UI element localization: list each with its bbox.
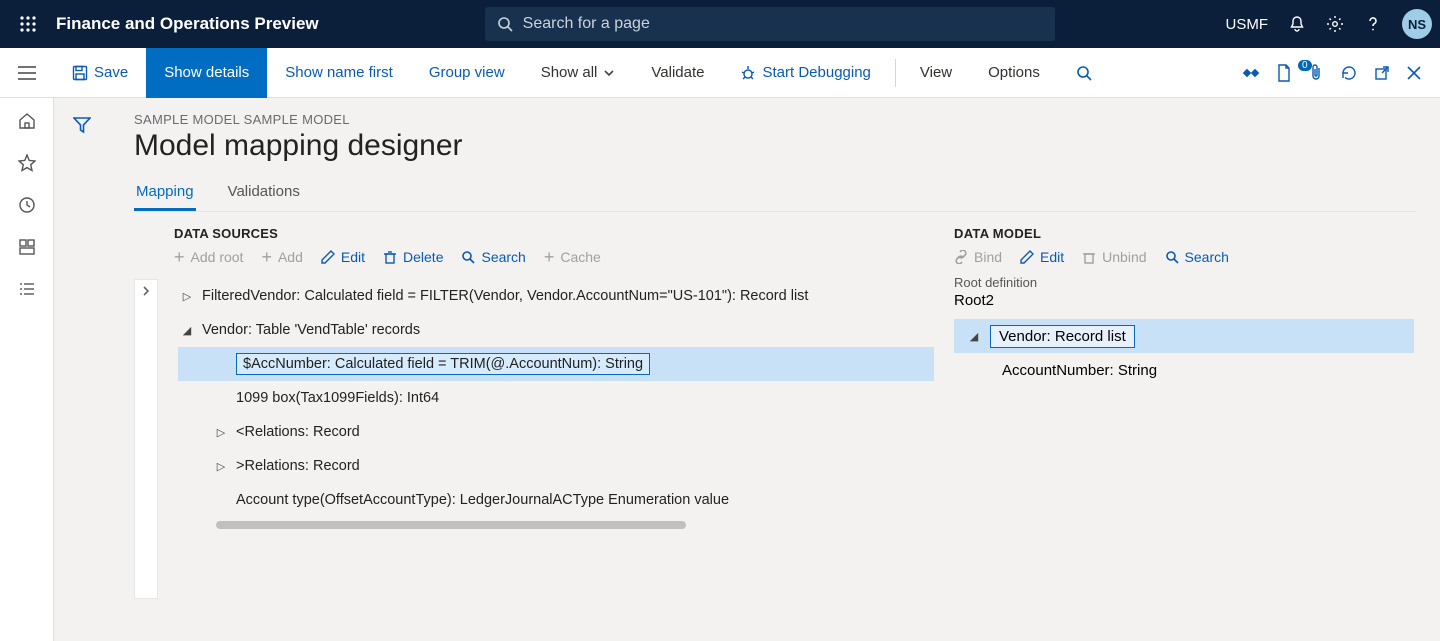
horizontal-scrollbar[interactable] <box>216 521 686 529</box>
collapse-icon[interactable]: ◢ <box>178 324 196 337</box>
filter-icon[interactable] <box>73 116 91 134</box>
refresh-icon[interactable] <box>1340 64 1358 82</box>
group-view-button[interactable]: Group view <box>411 48 523 98</box>
attachment-badge: 0 <box>1298 60 1312 71</box>
debug-icon <box>740 65 756 81</box>
start-debugging-button[interactable]: Start Debugging <box>722 48 888 98</box>
close-icon[interactable] <box>1406 65 1422 81</box>
data-model-heading: DATA MODEL <box>954 226 1416 241</box>
validate-button[interactable]: Validate <box>633 48 722 98</box>
expand-icon[interactable]: ▷ <box>178 290 196 303</box>
trash-icon <box>1082 250 1096 264</box>
expand-icon[interactable]: ▷ <box>212 426 230 439</box>
pane-expand-handle[interactable] <box>134 279 158 599</box>
tree-row[interactable]: 1099 box(Tax1099Fields): Int64 <box>178 381 934 415</box>
doc-icon[interactable] <box>1276 64 1292 82</box>
breadcrumb: SAMPLE MODEL SAMPLE MODEL <box>134 112 1416 127</box>
dm-tree-row[interactable]: AccountNumber: String <box>954 353 1416 387</box>
pencil-icon <box>321 250 335 264</box>
tree-row[interactable]: Account type(OffsetAccountType): LedgerJ… <box>178 483 934 517</box>
dm-tree-row-selected[interactable]: ◢ Vendor: Record list <box>954 319 1414 353</box>
company-label[interactable]: USMF <box>1226 16 1269 33</box>
tree-row[interactable]: ▷ <Relations: Record <box>178 415 934 449</box>
settings-icon[interactable] <box>1326 15 1344 33</box>
root-definition-value[interactable]: Root2 <box>954 292 1416 309</box>
chevron-down-icon <box>603 67 615 79</box>
nav-hamburger-icon[interactable] <box>0 66 54 80</box>
edit-button[interactable]: Edit <box>321 249 365 265</box>
popout-icon[interactable] <box>1374 65 1390 81</box>
avatar[interactable]: NS <box>1402 9 1432 39</box>
add-button[interactable]: +Add <box>261 249 302 265</box>
expand-icon[interactable]: ▷ <box>212 460 230 473</box>
root-definition-label: Root definition <box>954 275 1416 290</box>
unbind-button[interactable]: Unbind <box>1082 249 1146 265</box>
dm-edit-button[interactable]: Edit <box>1020 249 1064 265</box>
dm-search-button[interactable]: Search <box>1165 249 1229 265</box>
show-name-first-button[interactable]: Show name first <box>267 48 411 98</box>
bind-button[interactable]: Bind <box>954 249 1002 265</box>
save-label: Save <box>94 64 128 81</box>
pencil-icon <box>1020 250 1034 264</box>
workspace-icon[interactable] <box>18 238 36 256</box>
collapse-icon[interactable]: ◢ <box>964 330 984 343</box>
extension-icon[interactable] <box>1242 64 1260 82</box>
search-icon <box>1165 250 1179 264</box>
modules-icon[interactable] <box>18 280 36 298</box>
options-menu[interactable]: Options <box>970 48 1058 98</box>
app-name: Finance and Operations Preview <box>56 14 319 34</box>
global-search-input[interactable]: Search for a page <box>485 7 1055 41</box>
search-icon <box>1076 65 1092 81</box>
save-icon <box>72 65 88 81</box>
delete-button[interactable]: Delete <box>383 249 443 265</box>
cache-button[interactable]: +Cache <box>544 249 601 265</box>
help-icon[interactable] <box>1364 15 1382 33</box>
tree-row[interactable]: ▷ >Relations: Record <box>178 449 934 483</box>
favorite-icon[interactable] <box>18 154 36 172</box>
search-icon <box>461 250 475 264</box>
link-icon <box>954 250 968 264</box>
show-all-dropdown[interactable]: Show all <box>523 48 634 98</box>
save-button[interactable]: Save <box>54 48 146 98</box>
home-icon[interactable] <box>18 112 36 130</box>
search-icon <box>497 16 513 32</box>
recent-icon[interactable] <box>18 196 36 214</box>
app-launcher-icon[interactable] <box>8 15 48 33</box>
tree-row[interactable]: ▷ FilteredVendor: Calculated field = FIL… <box>178 279 934 313</box>
attachment-icon[interactable]: 0 <box>1308 64 1324 82</box>
page-title: Model mapping designer <box>134 129 1416 163</box>
show-details-button[interactable]: Show details <box>146 48 267 98</box>
trash-icon <box>383 250 397 264</box>
add-root-button[interactable]: +Add root <box>174 249 243 265</box>
tab-validations[interactable]: Validations <box>226 177 302 211</box>
tree-row[interactable]: ◢ Vendor: Table 'VendTable' records <box>178 313 934 347</box>
search-button[interactable]: Search <box>461 249 525 265</box>
notifications-icon[interactable] <box>1288 15 1306 33</box>
cmdbar-search-button[interactable] <box>1058 48 1110 98</box>
view-menu[interactable]: View <box>902 48 970 98</box>
tree-row-selected[interactable]: $AccNumber: Calculated field = TRIM(@.Ac… <box>178 347 934 381</box>
data-sources-heading: DATA SOURCES <box>174 226 934 241</box>
search-placeholder: Search for a page <box>523 15 650 33</box>
tab-mapping[interactable]: Mapping <box>134 177 196 211</box>
